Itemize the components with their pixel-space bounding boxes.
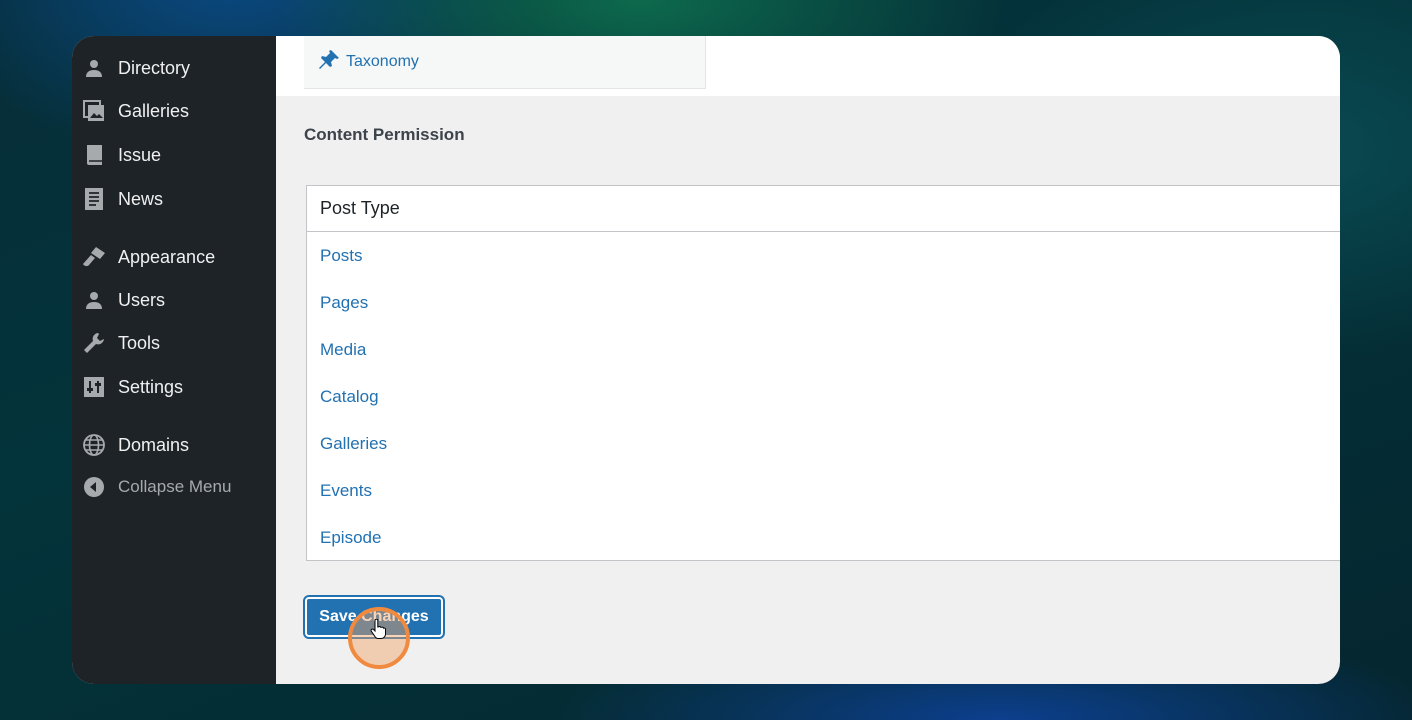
pin-icon (318, 49, 340, 76)
section-title: Content Permission (304, 125, 465, 144)
column-header: Post Type (307, 186, 1340, 232)
paintbrush-icon (82, 245, 106, 269)
sidebar-item-label: News (118, 188, 164, 209)
sidebar-item-label: Galleries (118, 100, 190, 121)
users-icon (82, 288, 106, 312)
sidebar-item-appearance[interactable]: Appearance (72, 239, 276, 275)
list-item[interactable]: Media (320, 340, 366, 360)
list-item[interactable]: Catalog (320, 387, 379, 407)
globe-icon (82, 433, 106, 457)
list-item[interactable]: Episode (320, 528, 381, 548)
sidebar-item-settings[interactable]: Settings (72, 369, 276, 405)
sidebar-item-label: Issue (118, 144, 162, 165)
person-icon (82, 56, 106, 80)
collapse-menu-button[interactable]: Collapse Menu (72, 469, 276, 505)
sidebar-item-domains[interactable]: Domains (72, 427, 276, 463)
sidebar-item-label: Users (118, 289, 166, 310)
gallery-icon (82, 99, 106, 123)
list-item[interactable]: Posts (320, 246, 363, 266)
sidebar-item-issue[interactable]: Issue (72, 137, 276, 173)
list-item[interactable]: Galleries (320, 434, 387, 454)
settings-icon (82, 375, 106, 399)
sidebar-item-galleries[interactable]: Galleries (72, 93, 276, 129)
app-window: Directory Galleries Issue News Appearanc… (72, 36, 1340, 684)
hand-cursor-icon (370, 618, 386, 644)
list-item[interactable]: Pages (320, 293, 368, 313)
collapse-arrow-icon (82, 475, 106, 499)
sidebar-item-label: Domains (118, 434, 190, 455)
sidebar-item-label: Appearance (118, 246, 216, 267)
taxonomy-row: Taxonomy (304, 36, 706, 89)
sidebar-item-news[interactable]: News (72, 181, 276, 217)
post-type-table: Post Type Posts Pages Media Catalog Gall… (306, 185, 1340, 561)
document-icon (82, 187, 106, 211)
collapse-menu-label: Collapse Menu (118, 477, 232, 496)
sidebar-item-label: Directory (118, 57, 191, 78)
main-content: Taxonomy Content Permission Post Type Po… (276, 36, 1340, 684)
list-item[interactable]: Events (320, 481, 372, 501)
sidebar-item-directory[interactable]: Directory (72, 50, 276, 86)
sidebar-item-users[interactable]: Users (72, 282, 276, 318)
taxonomy-panel: Taxonomy (276, 36, 1340, 96)
taxonomy-link[interactable]: Taxonomy (346, 53, 419, 71)
wrench-icon (82, 331, 106, 355)
sidebar-item-label: Tools (118, 332, 161, 353)
book-icon (82, 143, 106, 167)
admin-sidebar: Directory Galleries Issue News Appearanc… (72, 36, 276, 684)
sidebar-item-tools[interactable]: Tools (72, 325, 276, 361)
sidebar-item-label: Settings (118, 376, 184, 397)
